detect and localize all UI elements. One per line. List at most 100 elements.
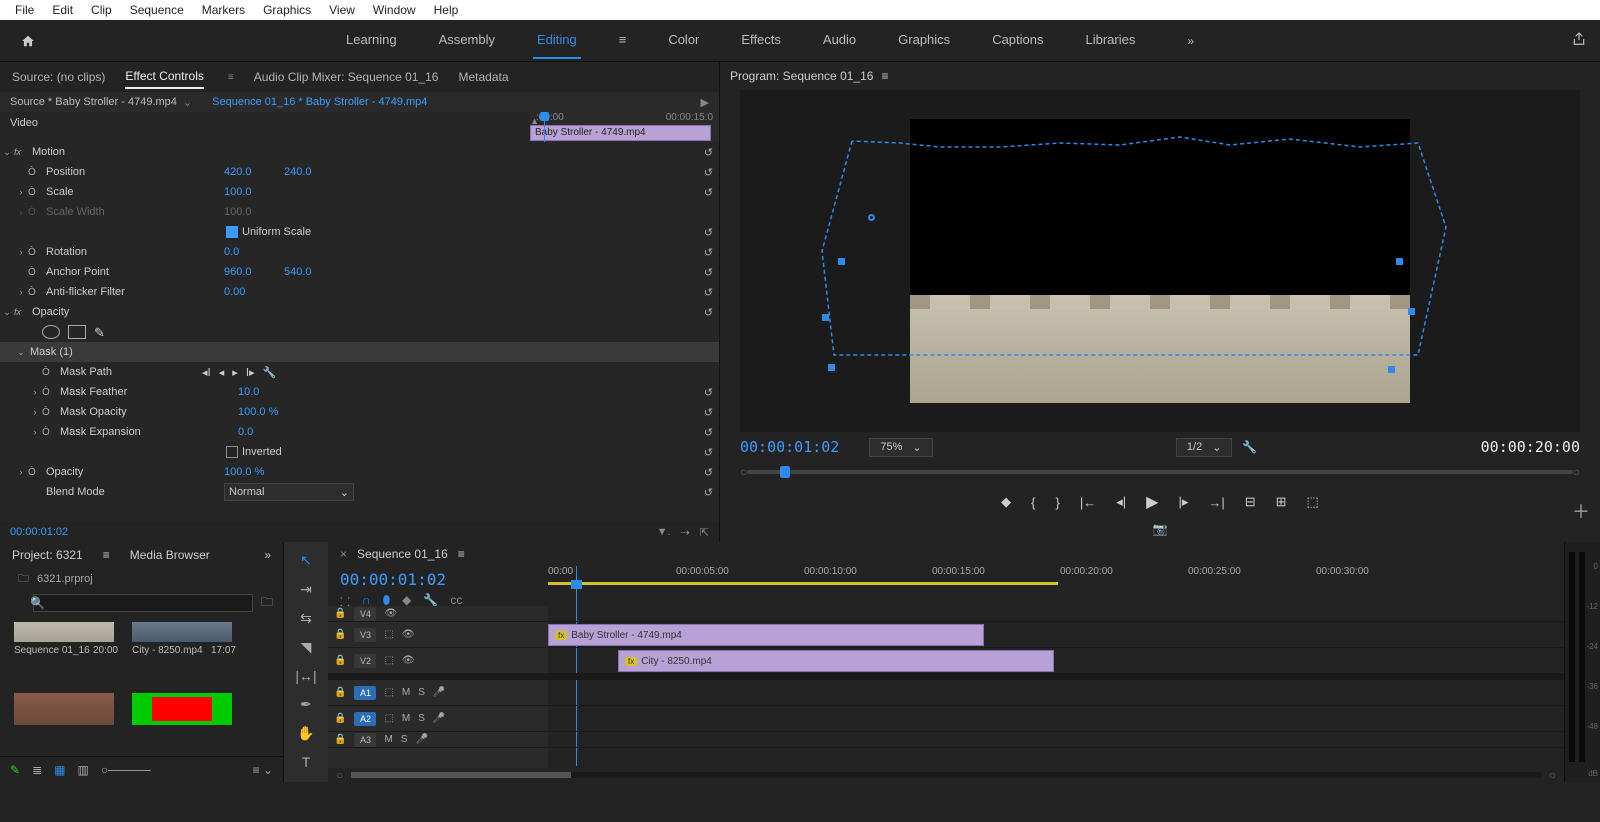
reset-icon[interactable]: ↺ [704, 306, 713, 319]
lock-icon[interactable]: 🔒 [334, 687, 346, 698]
track-back-one-icon[interactable]: ◂Ⅰ [198, 366, 215, 379]
track-settings-icon[interactable]: 🔧 [259, 366, 281, 379]
mark-out-button[interactable]: } [1055, 495, 1059, 510]
program-menu-icon[interactable]: ≡ [873, 69, 888, 83]
step-fwd-button[interactable]: |▸ [1178, 494, 1188, 510]
mask-1-header[interactable]: ⌄ Mask (1) [0, 342, 719, 362]
resolution-select[interactable]: 1/2⌄ [1176, 438, 1233, 457]
toggle-sync-icon[interactable]: ⬚ [384, 629, 393, 640]
new-bin-icon[interactable]: 🗀 [261, 593, 273, 614]
stopwatch-icon[interactable]: Ò [42, 387, 58, 398]
mask-outline[interactable] [860, 111, 1460, 411]
menu-view[interactable]: View [320, 3, 364, 17]
rect-mask-button[interactable] [68, 325, 86, 339]
program-viewport[interactable] [740, 90, 1580, 432]
lane-a3[interactable] [548, 732, 1564, 748]
rotation-value[interactable]: 0.0 [224, 246, 284, 258]
tab-audio-mixer[interactable]: Audio Clip Mixer: Sequence 01_16 [254, 66, 439, 88]
wrench-icon[interactable]: 🔧 [1232, 440, 1267, 454]
reset-icon[interactable]: ↺ [704, 226, 713, 239]
menu-help[interactable]: Help [425, 3, 468, 17]
stopwatch-icon[interactable]: Ò [28, 187, 44, 198]
timeline-timecode[interactable]: 00:00:01:02 [340, 570, 536, 589]
export-icon[interactable]: ⇱ [700, 526, 709, 539]
pen-mask-button[interactable]: ✎ [94, 325, 112, 339]
track-name[interactable]: A2 [354, 712, 376, 726]
timeline-ruler[interactable]: 00:0000:00:05:0000:00:10:00 00:00:15:000… [548, 566, 1564, 606]
clip-play-icon[interactable]: ▶ [701, 96, 709, 109]
sequence-tab[interactable]: Sequence 01_16 [357, 547, 448, 561]
ws-captions[interactable]: Captions [988, 22, 1047, 59]
sort-button[interactable]: ≡ ⌄ [253, 763, 273, 777]
project-item[interactable]: City - 8250.mp417:07 [132, 622, 236, 679]
track-select-tool[interactable]: ⇥ [300, 581, 312, 598]
menu-clip[interactable]: Clip [82, 3, 121, 17]
tab-project[interactable]: Project: 6321 [12, 548, 83, 562]
reset-icon[interactable]: ↺ [704, 386, 713, 399]
go-to-out-button[interactable]: →| [1208, 495, 1224, 510]
slip-tool[interactable]: |↔| [295, 668, 316, 684]
toggle-sync-icon[interactable]: ⬚ [384, 713, 393, 724]
ws-learning[interactable]: Learning [342, 22, 401, 59]
anchor-y[interactable]: 540.0 [284, 266, 344, 278]
prop-uniform-scale[interactable]: Uniform Scale ↺ [0, 222, 719, 242]
fx-motion-header[interactable]: ⌄fx Motion ↺ [0, 142, 719, 162]
clip-v2[interactable]: fx City - 8250.mp4 [618, 650, 1054, 672]
menu-edit[interactable]: Edit [43, 3, 82, 17]
menu-graphics[interactable]: Graphics [254, 3, 320, 17]
solo-button[interactable]: S [401, 734, 408, 745]
project-item[interactable] [14, 693, 118, 751]
write-pencil-icon[interactable]: ✎ [10, 763, 20, 777]
tab-source[interactable]: Source: (no clips) [12, 66, 105, 88]
track-name[interactable]: A3 [354, 733, 376, 747]
antiflicker-value[interactable]: 0.00 [224, 286, 284, 298]
menu-file[interactable]: File [6, 3, 43, 17]
track-name[interactable]: V4 [354, 607, 376, 621]
track-name[interactable]: V3 [354, 628, 376, 642]
stopwatch-icon[interactable]: Ò [42, 407, 58, 418]
reset-icon[interactable]: ↺ [704, 166, 713, 179]
zoom-slider[interactable]: ○───── [101, 763, 151, 777]
stopwatch-icon[interactable]: Ò [28, 247, 44, 258]
ws-editing-menu-icon[interactable]: ≡ [615, 22, 631, 59]
reset-icon[interactable]: ↺ [704, 246, 713, 259]
go-to-in-button[interactable]: |← [1080, 495, 1096, 510]
lock-icon[interactable]: 🔒 [334, 734, 346, 745]
pen-tool[interactable]: ✒ [300, 696, 312, 713]
hand-tool[interactable]: ✋ [297, 725, 314, 742]
reset-icon[interactable]: ↺ [704, 486, 713, 499]
project-menu-icon[interactable]: ≡ [103, 548, 110, 562]
stopwatch-icon[interactable]: Ò [28, 287, 44, 298]
tab-media-browser[interactable]: Media Browser [130, 548, 210, 562]
mute-button[interactable]: M [402, 713, 410, 724]
uniform-scale-checkbox[interactable] [226, 226, 238, 238]
add-button[interactable]: ＋ [1572, 498, 1590, 524]
scrubber-thumb[interactable] [780, 466, 790, 478]
share-button[interactable] [1572, 32, 1586, 49]
clip-v3[interactable]: fx Baby Stroller - 4749.mp4 [548, 624, 984, 646]
mask-point[interactable] [822, 314, 829, 321]
home-button[interactable] [14, 27, 42, 55]
zoom-select[interactable]: 75%⌄ [869, 438, 932, 457]
stopwatch-icon[interactable]: Ò [28, 267, 44, 278]
prop-inverted[interactable]: Inverted ↺ [0, 442, 719, 462]
effect-timecode[interactable]: 00:00:01:02 [10, 526, 68, 538]
reset-icon[interactable]: ↺ [704, 446, 713, 459]
blend-mode-select[interactable]: Normal⌄ [224, 483, 354, 501]
voice-over-icon[interactable]: 🎤 [415, 734, 427, 745]
step-back-button[interactable]: ◂| [1116, 494, 1126, 510]
track-header-a3[interactable]: 🔒 A3 M S 🎤 [328, 732, 548, 748]
reset-icon[interactable]: ↺ [704, 286, 713, 299]
add-marker-button[interactable]: ◆ [1001, 494, 1011, 510]
ripple-tool[interactable]: ⇆ [300, 610, 312, 627]
ws-graphics[interactable]: Graphics [894, 22, 954, 59]
menu-markers[interactable]: Markers [193, 3, 254, 17]
mask-point[interactable] [828, 364, 835, 371]
track-fwd-icon[interactable]: ▸ [228, 366, 242, 379]
track-header-a1[interactable]: 🔒 A1 ⬚ M S 🎤 [328, 680, 548, 706]
inverted-checkbox[interactable] [226, 446, 238, 458]
extract-button[interactable]: ⊞ [1276, 494, 1287, 510]
mask-feather-handle[interactable] [868, 214, 875, 221]
track-name[interactable]: A1 [354, 686, 376, 700]
menu-window[interactable]: Window [364, 3, 425, 17]
